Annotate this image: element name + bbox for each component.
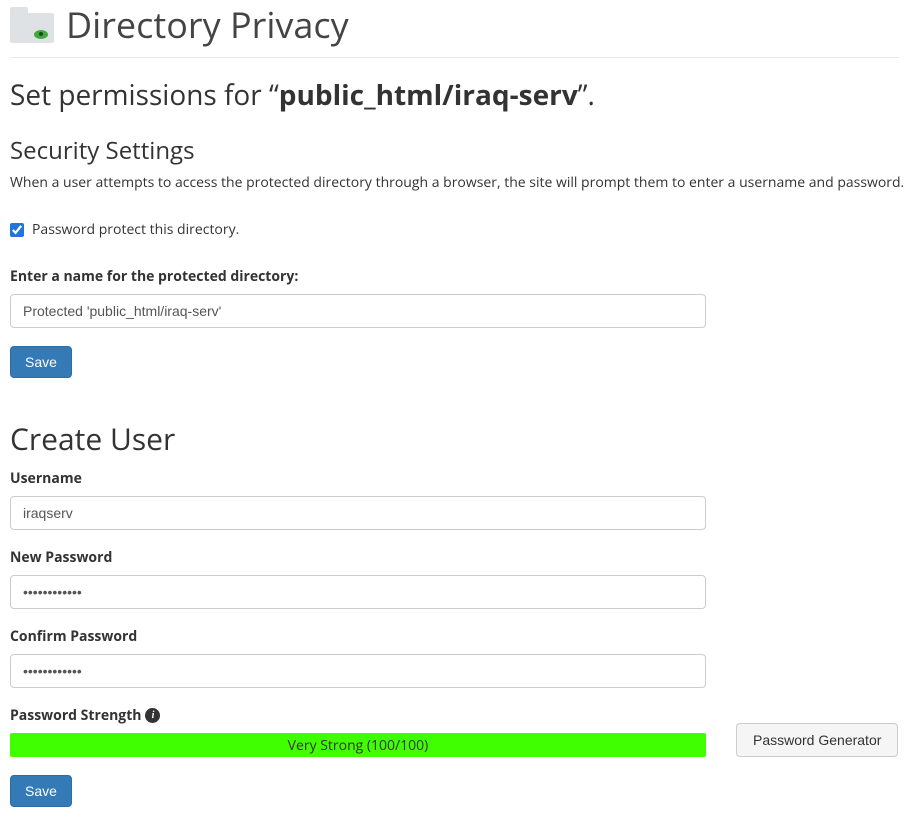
page-header: Directory Privacy	[10, 0, 899, 58]
create-user-save-button[interactable]: Save	[10, 775, 72, 807]
password-strength-label-row: Password Strength i	[10, 706, 706, 725]
directory-name-group: Enter a name for the protected directory…	[10, 267, 899, 328]
new-password-input[interactable]	[10, 575, 706, 609]
new-password-group: New Password	[10, 548, 899, 609]
permissions-heading: Set permissions for “public_html/iraq-se…	[10, 76, 899, 114]
password-strength-text: Very Strong (100/100)	[288, 736, 429, 755]
security-save-button[interactable]: Save	[10, 346, 72, 378]
directory-name-input[interactable]	[10, 294, 706, 328]
username-group: Username	[10, 469, 899, 530]
password-protect-checkbox[interactable]	[10, 223, 24, 237]
directory-name-label: Enter a name for the protected directory…	[10, 267, 899, 286]
permissions-path: public_html/iraq-serv	[279, 76, 578, 114]
permissions-suffix: ”.	[578, 76, 595, 114]
directory-privacy-icon	[10, 7, 54, 43]
page-title: Directory Privacy	[66, 0, 349, 49]
password-generator-button[interactable]: Password Generator	[736, 723, 898, 757]
security-description: When a user attempts to access the prote…	[10, 173, 899, 192]
confirm-password-label: Confirm Password	[10, 627, 899, 646]
username-label: Username	[10, 469, 899, 488]
create-user-heading: Create User	[10, 418, 899, 459]
password-strength-label: Password Strength	[10, 706, 141, 725]
new-password-label: New Password	[10, 548, 899, 567]
password-strength-row: Password Strength i Very Strong (100/100…	[10, 706, 899, 757]
confirm-password-group: Confirm Password	[10, 627, 899, 688]
info-icon[interactable]: i	[145, 708, 160, 723]
confirm-password-input[interactable]	[10, 654, 706, 688]
password-strength-bar: Very Strong (100/100)	[10, 733, 706, 757]
username-input[interactable]	[10, 496, 706, 530]
security-settings-heading: Security Settings	[10, 134, 899, 167]
password-protect-label[interactable]: Password protect this directory.	[32, 220, 239, 239]
password-protect-row: Password protect this directory.	[10, 220, 899, 239]
permissions-prefix: Set permissions for “	[10, 76, 279, 114]
